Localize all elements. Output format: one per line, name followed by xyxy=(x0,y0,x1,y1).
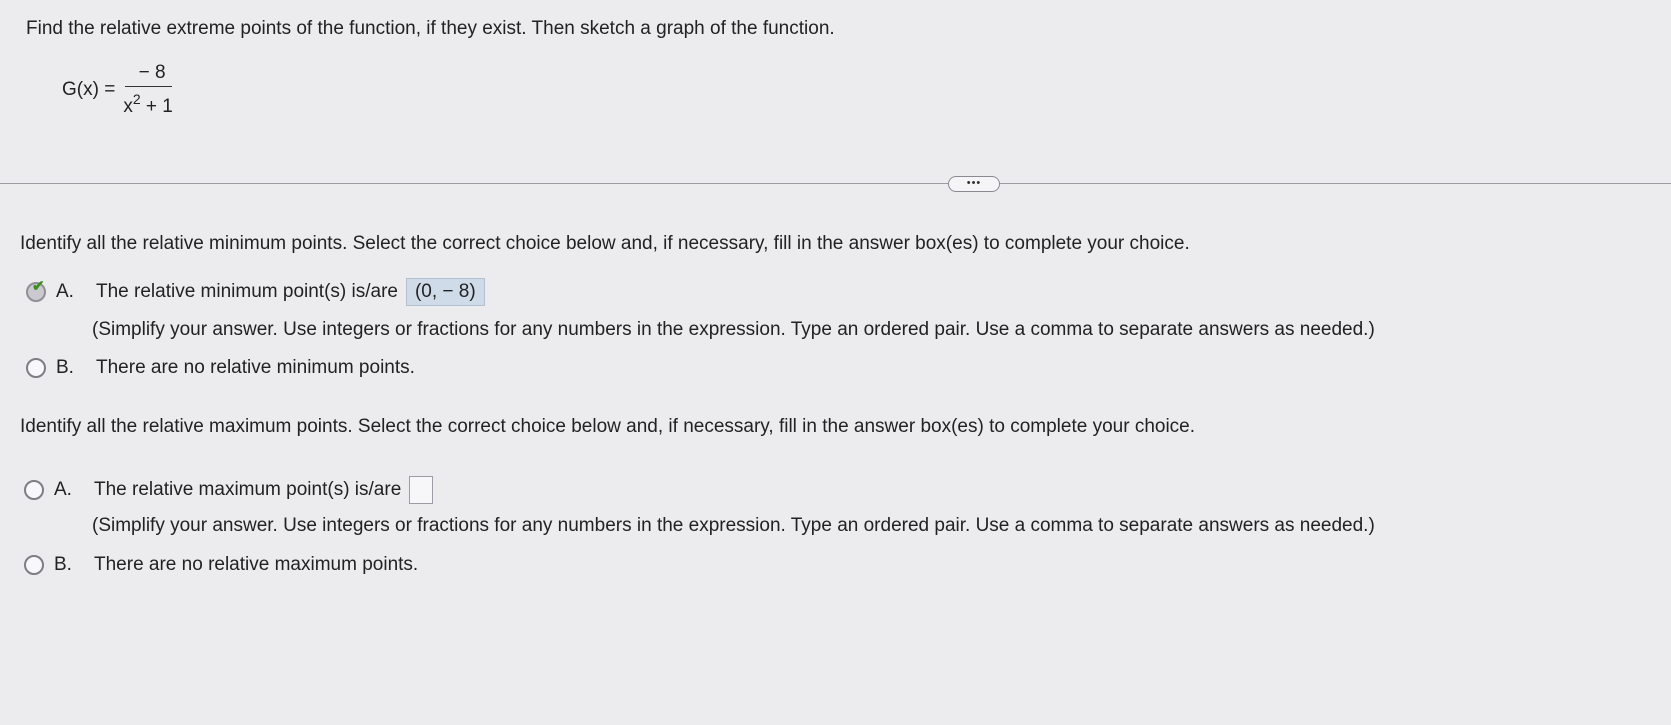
maximum-answer-box[interactable] xyxy=(409,476,434,504)
checkmark-icon: ✔ xyxy=(32,278,45,295)
maximum-choice-b-text: There are no relative maximum points. xyxy=(94,554,419,575)
minimum-choice-b-text: There are no relative minimum points. xyxy=(96,357,415,378)
maximum-choice-a-radio[interactable] xyxy=(24,480,44,500)
problem-instruction: Find the relative extreme points of the … xyxy=(26,18,835,39)
function-fraction: − 8 x2 + 1 xyxy=(119,62,177,118)
denominator-rest: + 1 xyxy=(145,96,173,117)
function-label: G(x) = xyxy=(62,79,116,100)
minimum-choice-a-text: The relative minimum point(s) is/are xyxy=(96,281,398,302)
maximum-choice-b-letter: B. xyxy=(54,554,72,575)
minimum-choice-a-letter: A. xyxy=(56,281,74,302)
minimum-answer-box[interactable]: (0, − 8) xyxy=(405,278,485,306)
maximum-choice-a[interactable]: A. The relative maximum point(s) is/are xyxy=(24,476,434,504)
minimum-choice-a-radio[interactable]: ✔ xyxy=(26,278,46,302)
minimum-choice-b-letter: B. xyxy=(56,357,74,378)
fraction-denominator: x2 + 1 xyxy=(119,87,177,118)
minimum-choice-b[interactable]: B. There are no relative minimum points. xyxy=(26,357,415,379)
maximum-prompt: Identify all the relative maximum points… xyxy=(20,416,1196,437)
minimum-choice-b-radio[interactable] xyxy=(26,358,46,378)
function-expression: G(x) = − 8 x2 + 1 xyxy=(62,62,177,118)
maximum-choice-b[interactable]: B. There are no relative maximum points. xyxy=(24,554,418,576)
denominator-base: x xyxy=(123,96,133,117)
maximum-choice-b-radio[interactable] xyxy=(24,555,44,575)
minimum-prompt: Identify all the relative minimum points… xyxy=(20,233,1190,254)
maximum-choice-a-letter: A. xyxy=(54,479,72,500)
maximum-choice-a-hint: (Simplify your answer. Use integers or f… xyxy=(92,515,1375,536)
fraction-numerator: − 8 xyxy=(124,62,172,87)
minimum-choice-a-hint: (Simplify your answer. Use integers or f… xyxy=(92,319,1375,340)
expand-button[interactable]: ••• xyxy=(948,176,1000,192)
denominator-exponent: 2 xyxy=(132,91,141,107)
minimum-choice-a[interactable]: ✔ A. The relative minimum point(s) is/ar… xyxy=(26,278,485,306)
section-divider xyxy=(0,183,1671,184)
maximum-choice-a-text: The relative maximum point(s) is/are xyxy=(94,479,402,500)
